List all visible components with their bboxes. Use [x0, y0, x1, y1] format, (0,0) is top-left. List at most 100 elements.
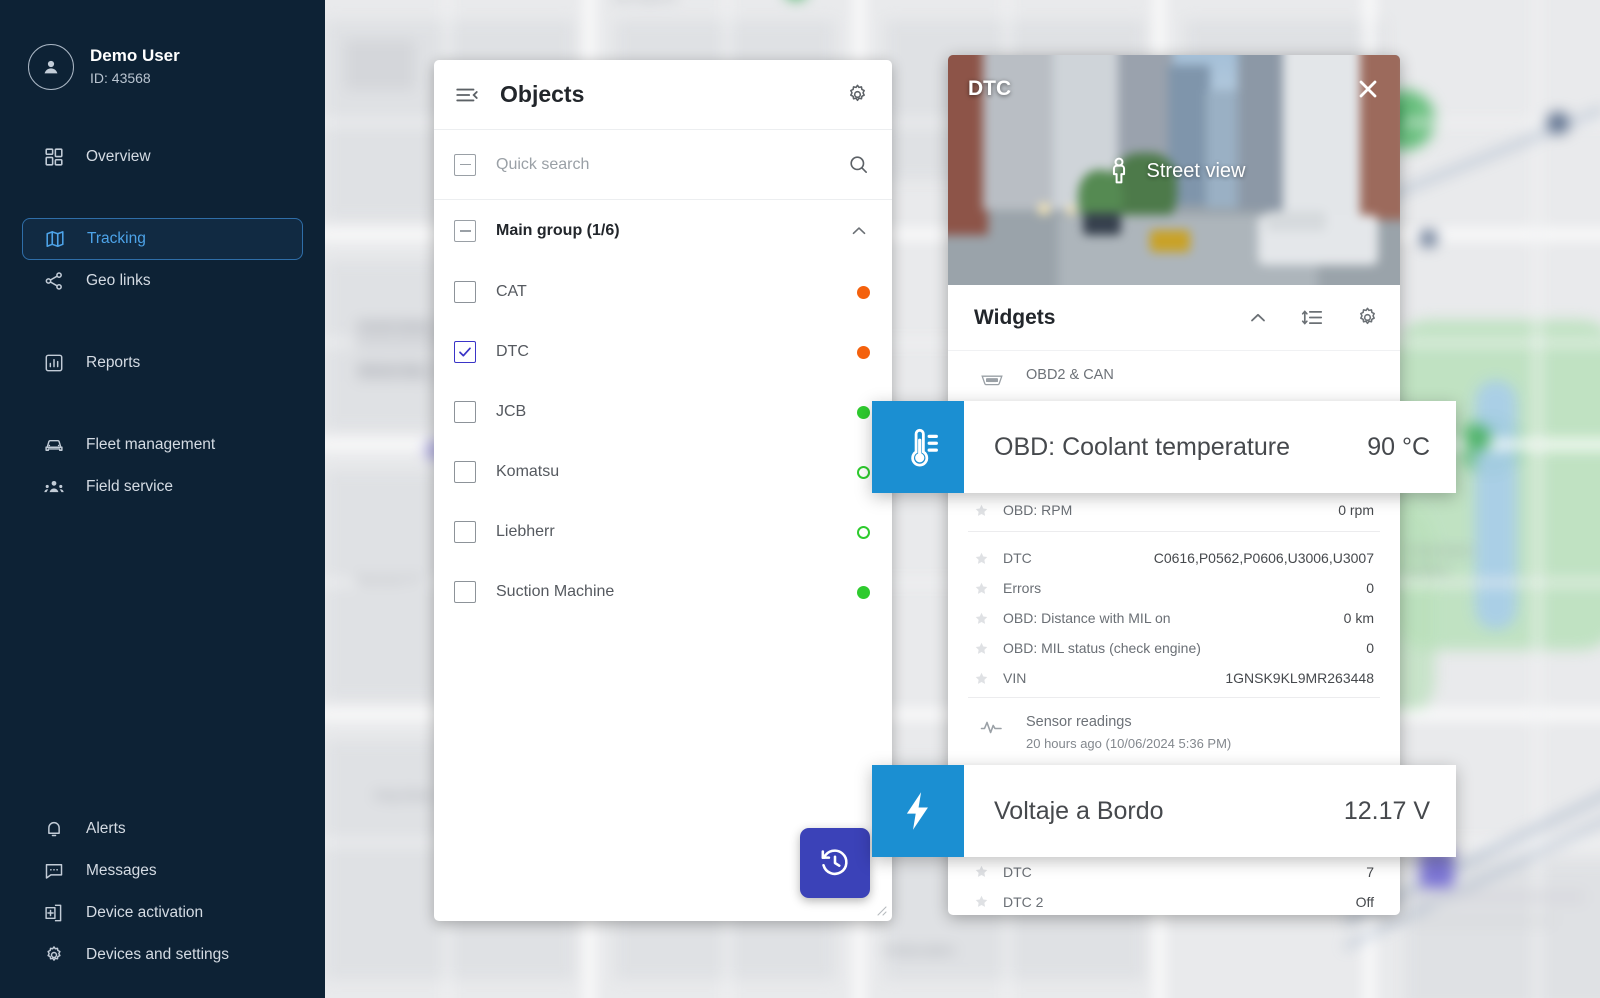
- widget-row[interactable]: OBD: RPM 0 rpm: [948, 495, 1400, 525]
- group-label: Main group (1/6): [496, 222, 620, 239]
- sidebar-item-label: Devices and settings: [86, 946, 230, 963]
- objects-panel: Objects Main group (1/6) CAT DTC JCB Komats…: [434, 60, 892, 921]
- group-row-main[interactable]: Main group (1/6): [434, 200, 892, 262]
- section-subtitle: 20 hours ago (10/06/2024 5:36 PM): [1026, 735, 1232, 751]
- object-row-label: Komatsu: [496, 463, 560, 480]
- user-name: Demo User: [90, 46, 180, 66]
- checkbox-unchecked[interactable]: [454, 281, 476, 303]
- sidebar-item-geo-links[interactable]: Geo links: [22, 260, 303, 302]
- object-row[interactable]: DTC: [434, 322, 892, 382]
- widget-row[interactable]: VIN 1GNSK9KL9MR263448: [948, 663, 1400, 693]
- widget-row[interactable]: DTC 2 Off: [948, 887, 1400, 915]
- favorite-star-icon[interactable]: [974, 611, 989, 626]
- chevron-up-icon[interactable]: [1246, 306, 1270, 330]
- widget-row[interactable]: DTC 7: [948, 857, 1400, 887]
- status-indicator: [857, 585, 870, 599]
- search-icon[interactable]: [847, 153, 870, 176]
- sidebar-item-alerts[interactable]: Alerts: [22, 808, 303, 850]
- checkbox-unchecked[interactable]: [454, 461, 476, 483]
- checkbox-unchecked[interactable]: [454, 581, 476, 603]
- sidebar-item-messages[interactable]: Messages: [22, 850, 303, 892]
- sidebar-item-overview[interactable]: Overview: [22, 136, 303, 178]
- card-body: OBD: Coolant temperature 90 °C: [964, 401, 1456, 493]
- close-icon[interactable]: [1354, 75, 1382, 108]
- object-row[interactable]: CAT: [434, 262, 892, 322]
- sidebar-item-fleet-management[interactable]: Fleet management: [22, 424, 303, 466]
- favorite-star-icon[interactable]: [974, 551, 989, 566]
- user-profile[interactable]: Demo User ID: 43568: [0, 0, 325, 90]
- checkbox-checked[interactable]: [454, 341, 476, 363]
- share-icon: [42, 269, 66, 293]
- street-view-cta[interactable]: Street view: [948, 155, 1400, 187]
- object-row-label: CAT: [496, 283, 527, 300]
- widget-row-value: Off: [1355, 893, 1374, 910]
- object-row[interactable]: Komatsu: [434, 442, 892, 502]
- minus-box-icon[interactable]: [454, 153, 476, 176]
- section-title: OBD2 & CAN: [1026, 367, 1114, 383]
- floating-value-card-coolant[interactable]: OBD: Coolant temperature 90 °C: [872, 401, 1456, 493]
- people-icon: [42, 475, 66, 499]
- status-indicator: [857, 285, 870, 299]
- history-restore-icon: [821, 849, 848, 876]
- history-button[interactable]: [800, 828, 870, 898]
- widget-section-header: OBD2 & CAN: [948, 351, 1400, 403]
- chevron-up-icon[interactable]: [848, 220, 870, 242]
- card-value: 12.17 V: [1343, 796, 1430, 825]
- checkbox-unchecked[interactable]: [454, 401, 476, 423]
- search-bar: [434, 130, 892, 200]
- favorite-star-icon[interactable]: [974, 503, 989, 518]
- widget-row[interactable]: OBD: Distance with MIL on 0 km: [948, 603, 1400, 633]
- sort-lines-icon[interactable]: [1300, 305, 1325, 330]
- widget-row-key: DTC: [1003, 550, 1032, 566]
- widget-row[interactable]: OBD: MIL status (check engine) 0: [948, 633, 1400, 663]
- checkbox-unchecked[interactable]: [454, 521, 476, 543]
- sidebar-item-device-activation[interactable]: Device activation: [22, 892, 303, 934]
- sidebar-item-devices-and-settings[interactable]: Devices and settings: [22, 934, 303, 976]
- card-label: Voltaje a Bordo: [994, 796, 1164, 825]
- object-row-label: DTC: [496, 343, 529, 360]
- row-spacer: [948, 531, 1400, 543]
- card-icon-wrap: [872, 401, 964, 493]
- minus-box-icon[interactable]: [454, 220, 476, 242]
- widget-row[interactable]: DTC C0616,P0562,P0606,U3006,U3007: [948, 543, 1400, 573]
- sidebar-item-tracking[interactable]: Tracking: [22, 218, 303, 260]
- resize-handle[interactable]: [873, 902, 887, 916]
- sidebar-item-label: Alerts: [86, 820, 126, 837]
- grid-icon: [42, 145, 66, 169]
- sidebar-item-label: Geo links: [86, 272, 151, 289]
- gear-icon[interactable]: [845, 82, 870, 107]
- widget-row-value: 0 rpm: [1338, 502, 1374, 518]
- search-input[interactable]: [496, 155, 827, 174]
- status-indicator: [857, 525, 870, 539]
- floating-value-card-voltage[interactable]: Voltaje a Bordo 12.17 V: [872, 765, 1456, 857]
- favorite-star-icon[interactable]: [974, 641, 989, 656]
- sidebar-nav-bottom: Alerts Messages Device activation Device…: [0, 808, 325, 976]
- sidebar-item-label: Tracking: [87, 230, 146, 247]
- collapse-list-icon[interactable]: [454, 82, 480, 108]
- favorite-star-icon[interactable]: [974, 864, 989, 879]
- card-value: 90 °C: [1367, 432, 1430, 461]
- widget-row-value: 0: [1366, 580, 1374, 596]
- favorite-star-icon[interactable]: [974, 581, 989, 596]
- gear-icon[interactable]: [1355, 305, 1380, 330]
- user-id: ID: 43568: [90, 70, 151, 87]
- object-row-label: Liebherr: [496, 523, 555, 540]
- object-row[interactable]: Suction Machine: [434, 562, 892, 622]
- sidebar-nav: Overview Tracking Geo links Reports Flee…: [0, 136, 325, 508]
- sidebar-item-label: Overview: [86, 148, 151, 165]
- favorite-star-icon[interactable]: [974, 894, 989, 909]
- widget-row-key: DTC: [1003, 863, 1032, 880]
- widgets-title: Widgets: [974, 305, 1056, 329]
- street-view-label: Street view: [1146, 159, 1246, 182]
- status-indicator: [857, 345, 870, 359]
- sidebar-item-reports[interactable]: Reports: [22, 342, 303, 384]
- widget-row[interactable]: Errors 0: [948, 573, 1400, 603]
- favorite-star-icon[interactable]: [974, 671, 989, 686]
- street-view-preview[interactable]: DTC Street view: [948, 55, 1400, 285]
- object-row[interactable]: JCB: [434, 382, 892, 442]
- map-icon: [43, 227, 67, 251]
- sidebar-item-label: Reports: [86, 354, 141, 371]
- sidebar-item-field-service[interactable]: Field service: [22, 466, 303, 508]
- object-row-label: JCB: [496, 403, 527, 420]
- object-row[interactable]: Liebherr: [434, 502, 892, 562]
